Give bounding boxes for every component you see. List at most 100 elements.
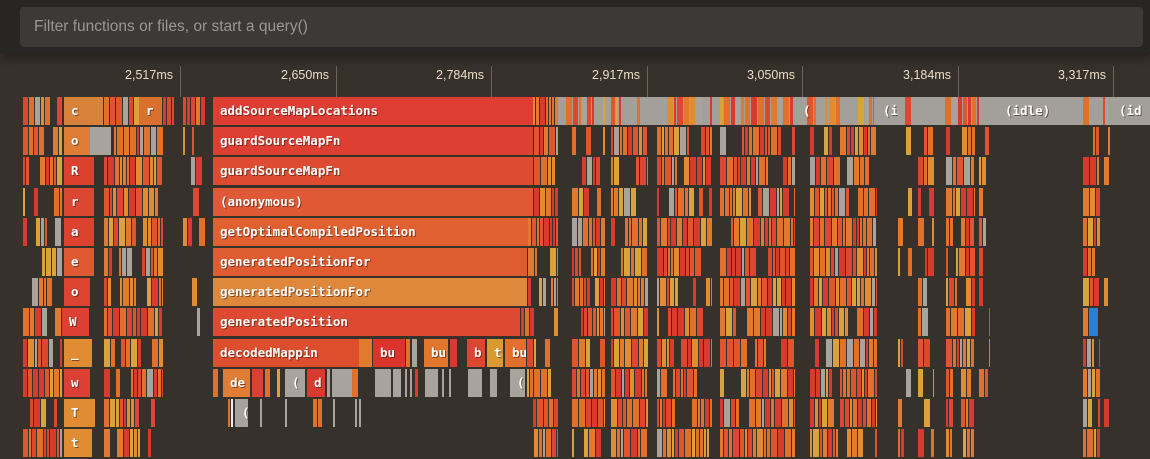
flame-frame[interactable]: [816, 157, 820, 185]
flame-frame[interactable]: [120, 399, 123, 427]
flame-frame[interactable]: [628, 127, 632, 155]
flame-frame[interactable]: [963, 97, 967, 125]
flame-frame[interactable]: [668, 248, 670, 276]
flame-frame[interactable]: [1094, 278, 1099, 306]
flame-frame[interactable]: [918, 429, 924, 457]
flame-frame[interactable]: [839, 308, 844, 336]
flame-frame[interactable]: [918, 157, 923, 185]
flame-frame[interactable]: [660, 399, 662, 427]
flame-frame[interactable]: [604, 399, 605, 427]
flame-frame[interactable]: [124, 188, 128, 216]
flame-frame[interactable]: [846, 218, 852, 246]
flame-frame[interactable]: [151, 399, 155, 427]
flame-frame[interactable]: [638, 278, 640, 306]
flame-frame-idle[interactable]: (idle): [998, 97, 1064, 125]
flame-frame[interactable]: [603, 97, 605, 125]
flame-frame[interactable]: [689, 188, 694, 216]
flame-frame[interactable]: [119, 218, 125, 246]
flame-frame[interactable]: [1104, 399, 1109, 427]
flame-frame[interactable]: [1083, 369, 1087, 397]
flame-frame[interactable]: [792, 429, 795, 457]
flame-frame[interactable]: [544, 399, 548, 427]
flame-frame[interactable]: [953, 157, 956, 185]
flame-frame[interactable]: [727, 157, 733, 185]
flame-frame[interactable]: [589, 218, 592, 246]
flame-frame[interactable]: [158, 248, 163, 276]
flame-frame[interactable]: [865, 157, 869, 185]
flame-frame[interactable]: [687, 369, 693, 397]
flame-frame[interactable]: [117, 188, 123, 216]
flame-frame[interactable]: [857, 218, 859, 246]
flame-frame[interactable]: [1094, 218, 1096, 246]
flame-frame[interactable]: [822, 399, 827, 427]
flame-frame[interactable]: [121, 339, 125, 367]
flame-frame[interactable]: [979, 218, 982, 246]
flame-frame[interactable]: [657, 188, 659, 216]
flame-frame[interactable]: [534, 339, 536, 367]
flame-frame[interactable]: [36, 218, 40, 246]
flame-frame[interactable]: [762, 399, 764, 427]
flame-frame[interactable]: [632, 339, 638, 367]
flame-frame[interactable]: [116, 369, 120, 397]
flame-frame[interactable]: [596, 429, 601, 457]
flame-frame[interactable]: [922, 308, 928, 336]
flame-frame[interactable]: [147, 369, 153, 397]
flame-frame[interactable]: [685, 188, 688, 216]
flame-frame[interactable]: [906, 127, 911, 155]
flame-frame[interactable]: [671, 248, 673, 276]
flame-frame[interactable]: [720, 429, 723, 457]
flame-frame[interactable]: [710, 127, 712, 155]
flame-frame[interactable]: [672, 157, 674, 185]
flame-frame[interactable]: [657, 399, 659, 427]
flame-frame[interactable]: [657, 218, 660, 246]
flame-frame-i[interactable]: (i: [876, 97, 898, 125]
flame-frame[interactable]: [622, 278, 626, 306]
flame-frame[interactable]: [788, 157, 791, 185]
flame-frame[interactable]: [771, 399, 774, 427]
flame-frame[interactable]: [836, 278, 839, 306]
flame-frame[interactable]: [134, 278, 136, 306]
flame-frame[interactable]: [933, 369, 934, 397]
flame-frame[interactable]: [820, 429, 822, 457]
flame-frame[interactable]: [908, 248, 912, 276]
flame-frame[interactable]: [667, 97, 673, 125]
filter-input[interactable]: [20, 7, 1143, 47]
flame-frame[interactable]: [1094, 429, 1096, 457]
flame-frame[interactable]: [825, 97, 828, 125]
flame-frame[interactable]: [736, 399, 739, 427]
flame-frame[interactable]: [785, 429, 791, 457]
flame-frame[interactable]: [644, 339, 648, 367]
flame-frame[interactable]: [611, 339, 613, 367]
flame-frame[interactable]: [720, 278, 723, 306]
flame-frame[interactable]: [359, 339, 372, 367]
flame-frame[interactable]: [40, 157, 45, 185]
flame-frame[interactable]: [641, 278, 644, 306]
flame-frame[interactable]: [640, 399, 645, 427]
flame-frame-generatedpositionfor[interactable]: generatedPositionFor: [213, 278, 527, 306]
flame-frame[interactable]: [847, 127, 850, 155]
flame-frame[interactable]: [1083, 278, 1089, 306]
flame-frame[interactable]: [749, 399, 755, 427]
flame-frame[interactable]: [57, 157, 62, 185]
flame-frame[interactable]: [35, 339, 37, 367]
flame-frame[interactable]: [45, 218, 47, 246]
flame-frame[interactable]: [968, 127, 971, 155]
flame-frame[interactable]: [359, 399, 361, 427]
flame-frame[interactable]: [706, 157, 711, 185]
flame-frame[interactable]: [679, 429, 684, 457]
flame-frame[interactable]: [982, 157, 986, 185]
flame-frame[interactable]: [1089, 308, 1098, 336]
flame-frame[interactable]: [815, 308, 821, 336]
flame-frame[interactable]: [634, 278, 637, 306]
flame-frame-r[interactable]: R: [64, 157, 94, 185]
flame-frame[interactable]: [847, 369, 850, 397]
flame-frame[interactable]: [544, 127, 548, 155]
flame-frame[interactable]: [554, 278, 556, 306]
flame-frame[interactable]: [142, 369, 146, 397]
flame-frame[interactable]: [852, 278, 856, 306]
flame-frame[interactable]: [814, 97, 816, 125]
flame-frame[interactable]: [764, 429, 766, 457]
flame-frame[interactable]: [104, 429, 110, 457]
flame-frame[interactable]: [640, 157, 646, 185]
flame-frame[interactable]: [579, 339, 585, 367]
